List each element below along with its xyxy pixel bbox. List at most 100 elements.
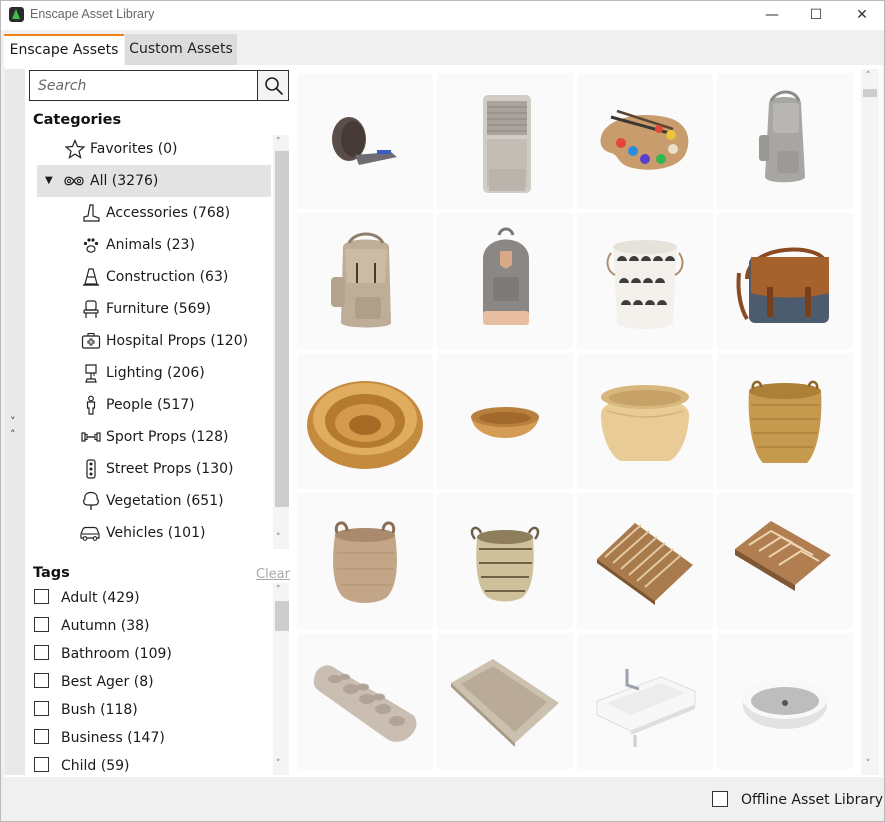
boot-icon: [83, 204, 100, 222]
traffic-cone-icon: [83, 268, 99, 286]
maximize-button[interactable]: ☐: [793, 1, 839, 30]
woven-basket-striped-thumbnail: [470, 526, 540, 602]
checkbox[interactable]: [34, 673, 49, 688]
asset-tile-bath-mat-pebble[interactable]: [297, 633, 433, 769]
category-furniture[interactable]: Furniture (569): [37, 293, 271, 325]
asset-tile-tape-measure[interactable]: [297, 73, 433, 209]
asset-tile-bath-mat-fabric[interactable]: [437, 633, 573, 769]
asset-tile-washbasin-oval[interactable]: [717, 633, 853, 769]
tag-child[interactable]: Child (59): [33, 749, 269, 775]
category-accessories[interactable]: Accessories (768): [37, 197, 271, 229]
scroll-down-icon[interactable]: ˅: [276, 759, 281, 769]
collapse-chevrons-icon[interactable]: ˅ ˄: [10, 415, 16, 441]
asset-tile-belly-basket[interactable]: [577, 353, 713, 489]
window-title: Enscape Asset Library: [30, 7, 155, 21]
asset-tile-backpack-canvas[interactable]: [297, 213, 433, 349]
search-box: [29, 70, 289, 101]
category-construction[interactable]: Construction (63): [37, 261, 271, 293]
scroll-up-icon[interactable]: ˄: [276, 585, 281, 595]
bath-mat-fabric-thumbnail: [451, 659, 559, 747]
chair-icon: [83, 300, 99, 318]
tab-enscape-assets[interactable]: Enscape Assets: [4, 34, 124, 66]
tree-icon: [83, 491, 99, 510]
checkbox[interactable]: [34, 645, 49, 660]
category-hospital-props[interactable]: Hospital Props (120): [37, 325, 271, 357]
tag-bush[interactable]: Bush (118): [33, 693, 269, 721]
scroll-up-icon[interactable]: ˄: [866, 71, 871, 81]
medical-kit-icon: [81, 332, 101, 349]
asset-tile-air-cooler[interactable]: [437, 73, 573, 209]
asset-tile-laundry-basket[interactable]: [577, 213, 713, 349]
wicker-bowl-small-thumbnail: [471, 407, 539, 438]
clear-tags-link[interactable]: Clear: [256, 567, 290, 582]
air-cooler-thumbnail: [483, 95, 531, 193]
scroll-down-icon[interactable]: ˅: [276, 533, 281, 543]
asset-grid-scroll-thumb[interactable]: [863, 89, 877, 97]
category-vehicles[interactable]: Vehicles (101): [37, 517, 271, 549]
asset-tile-woven-basket-handles[interactable]: [297, 493, 433, 629]
minimize-button[interactable]: —: [749, 1, 795, 30]
tag-autumn[interactable]: Autumn (38): [33, 609, 269, 637]
asset-tile-wicker-basket-tall[interactable]: [717, 353, 853, 489]
scroll-up-icon[interactable]: ˄: [276, 137, 281, 147]
asset-tile-wicker-bowl-round[interactable]: [297, 353, 433, 489]
category-street-props[interactable]: Street Props (130): [37, 453, 271, 485]
close-button[interactable]: ✕: [839, 1, 885, 30]
category-animals[interactable]: Animals (23): [37, 229, 271, 261]
checkbox[interactable]: [34, 589, 49, 604]
asset-tile-woven-basket-striped[interactable]: [437, 493, 573, 629]
asset-grid: [292, 69, 860, 775]
category-vegetation[interactable]: Vegetation (651): [37, 485, 271, 517]
offline-label: Offline Asset Library: [741, 792, 884, 808]
asset-tile-messenger-bag[interactable]: [717, 213, 853, 349]
checkbox[interactable]: [34, 757, 49, 772]
category-people[interactable]: People (517): [37, 389, 271, 421]
search-input[interactable]: [29, 70, 258, 101]
asset-tile-wicker-bowl-small[interactable]: [437, 353, 573, 489]
tag-adult[interactable]: Adult (429): [33, 581, 269, 609]
infinity-icon: [64, 176, 84, 186]
asset-tile-backpack-grey[interactable]: [717, 73, 853, 209]
tag-scroll-thumb[interactable]: [275, 601, 289, 631]
category-scroll-thumb[interactable]: [275, 151, 289, 507]
asset-tile-washbasin-rect[interactable]: [577, 633, 713, 769]
tag-bathroom[interactable]: Bathroom (109): [33, 637, 269, 665]
asset-tile-bath-mat-slatted[interactable]: [577, 493, 713, 629]
checkbox[interactable]: [34, 617, 49, 632]
enscape-logo-icon: [9, 7, 24, 22]
category-all[interactable]: ▼ All (3276): [37, 165, 271, 197]
star-icon: [65, 139, 85, 159]
category-scrollbar[interactable]: ˄ ˅: [273, 135, 289, 549]
lamp-icon: [85, 364, 97, 383]
asset-tile-paint-palette[interactable]: [577, 73, 713, 209]
expand-triangle-icon[interactable]: ▼: [45, 165, 53, 197]
bath-mat-slatted-thumbnail: [597, 523, 693, 605]
scroll-down-icon[interactable]: ˅: [866, 759, 871, 769]
category-sport-props[interactable]: Sport Props (128): [37, 421, 271, 453]
washbasin-rect-thumbnail: [596, 669, 696, 747]
filter-sidebar: Categories Favorites (0) ▼ All (3276) Ac…: [29, 69, 290, 775]
wicker-bowl-round-thumbnail: [307, 381, 423, 469]
tab-custom-assets[interactable]: Custom Assets: [125, 34, 237, 66]
search-button[interactable]: [257, 70, 289, 101]
paint-palette-thumbnail: [600, 109, 689, 170]
asset-library-window: Enscape Asset Library — ☐ ✕ Enscape Asse…: [0, 0, 885, 822]
checkbox[interactable]: [34, 729, 49, 744]
woven-basket-handles-thumbnail: [333, 521, 397, 603]
category-favorites[interactable]: Favorites (0): [37, 133, 271, 165]
sidebar-collapse-strip[interactable]: ˅ ˄: [5, 69, 25, 775]
category-lighting[interactable]: Lighting (206): [37, 357, 271, 389]
asset-tile-backpack-grey-leather[interactable]: [437, 213, 573, 349]
tag-best-ager[interactable]: Best Ager (8): [33, 665, 269, 693]
tag-scrollbar[interactable]: ˄ ˅: [273, 583, 289, 775]
tag-business[interactable]: Business (147): [33, 721, 269, 749]
car-icon: [80, 526, 100, 541]
asset-tile-bath-mat-chevron[interactable]: [717, 493, 853, 629]
magnifier-icon: [265, 77, 284, 96]
asset-grid-scrollbar[interactable]: ˄ ˅: [861, 69, 879, 775]
checkbox[interactable]: [34, 701, 49, 716]
library-panel: ˅˄ Categories Favorites (0): [5, 65, 883, 777]
tags-heading: Tags: [33, 565, 70, 581]
offline-checkbox[interactable]: [712, 791, 728, 807]
washbasin-oval-thumbnail: [743, 679, 827, 729]
